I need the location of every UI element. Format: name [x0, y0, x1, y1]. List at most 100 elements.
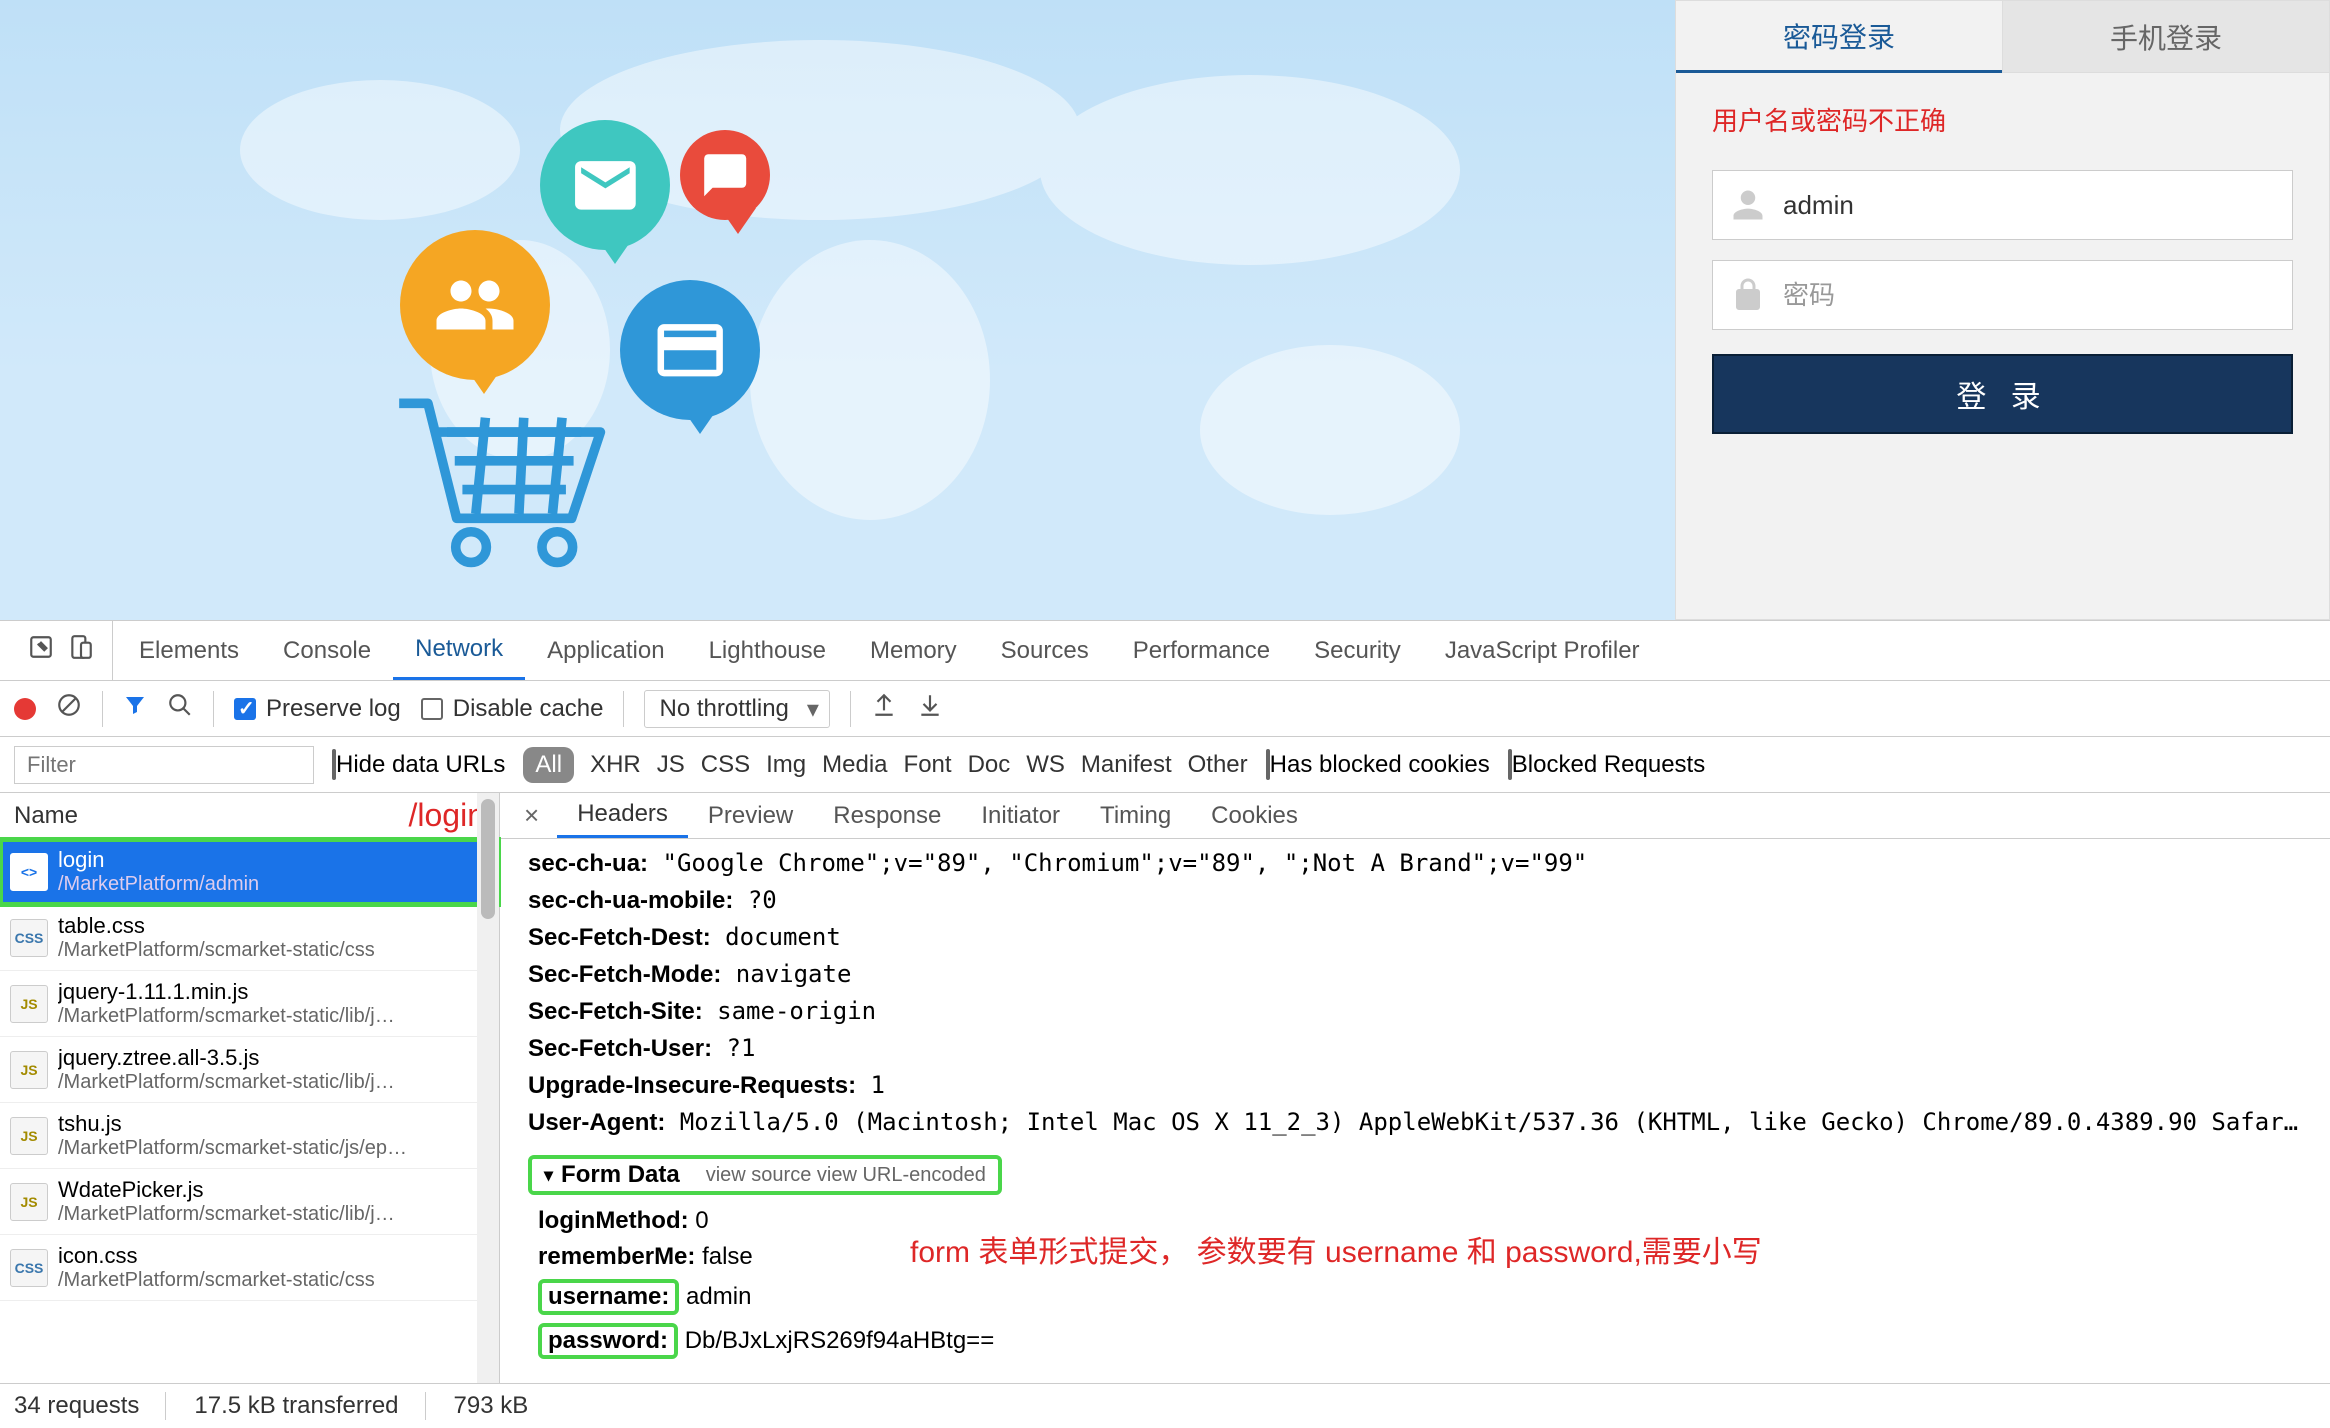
form-data-row: password: Db/BJxLxjRS269f94aHBtg== — [528, 1319, 2302, 1363]
view-source-link[interactable]: view source view URL-encoded — [706, 1164, 986, 1187]
disable-cache-checkbox[interactable]: Disable cache — [421, 695, 604, 723]
header-line: Sec-Fetch-Mode: navigate — [528, 956, 2302, 993]
annotation-form: form 表单形式提交， 参数要有 username 和 password,需要… — [910, 1227, 1762, 1271]
detail-tab-preview[interactable]: Preview — [688, 793, 813, 838]
request-row[interactable]: CSS icon.css /MarketPlatform/scmarket-st… — [0, 1235, 499, 1301]
search-icon[interactable] — [167, 692, 193, 725]
tab-phone-login[interactable]: 手机登录 — [2002, 1, 2329, 73]
devtools-tab-elements[interactable]: Elements — [117, 621, 261, 680]
record-button[interactable] — [14, 698, 36, 720]
lock-icon — [1713, 261, 1783, 329]
name-column-header[interactable]: Name — [14, 802, 78, 830]
clear-button[interactable] — [56, 692, 82, 725]
request-row[interactable]: JS jquery-1.11.1.min.js /MarketPlatform/… — [0, 971, 499, 1037]
inspect-icons — [10, 621, 113, 680]
request-path: /MarketPlatform/scmarket-static/lib/j… — [58, 1203, 395, 1226]
request-row[interactable]: <> login /MarketPlatform/admin — [0, 839, 499, 905]
detail-tab-headers[interactable]: Headers — [557, 793, 688, 838]
inspect-icon[interactable] — [28, 634, 54, 667]
filter-type-img[interactable]: Img — [766, 751, 806, 779]
device-toggle-icon[interactable] — [68, 634, 94, 667]
login-tabs: 密码登录 手机登录 — [1676, 1, 2329, 73]
devtools-tab-performance[interactable]: Performance — [1111, 621, 1292, 680]
filter-type-xhr[interactable]: XHR — [590, 751, 641, 779]
filter-type-other[interactable]: Other — [1188, 751, 1248, 779]
request-path: /MarketPlatform/admin — [58, 873, 259, 896]
detail-tab-initiator[interactable]: Initiator — [961, 793, 1080, 838]
user-icon — [1713, 171, 1783, 239]
devtools-tab-lighthouse[interactable]: Lighthouse — [687, 621, 848, 680]
filter-type-css[interactable]: CSS — [701, 751, 750, 779]
detail-tabs: × HeadersPreviewResponseInitiatorTimingC… — [500, 793, 2330, 839]
request-path: /MarketPlatform/scmarket-static/css — [58, 1269, 375, 1292]
filter-type-media[interactable]: Media — [822, 751, 887, 779]
file-type-icon: <> — [10, 853, 48, 891]
filter-type-manifest[interactable]: Manifest — [1081, 751, 1172, 779]
scrollbar[interactable] — [477, 793, 499, 1383]
devtools: ElementsConsoleNetworkApplicationLightho… — [0, 620, 2330, 1428]
preserve-log-checkbox[interactable]: Preserve log — [234, 695, 401, 723]
detail-tab-response[interactable]: Response — [813, 793, 961, 838]
status-bar: 34 requests 17.5 kB transferred 793 kB — [0, 1384, 2330, 1428]
username-input[interactable] — [1783, 171, 2292, 239]
filter-type-ws[interactable]: WS — [1026, 751, 1065, 779]
request-path: /MarketPlatform/scmarket-static/lib/j… — [58, 1005, 395, 1028]
status-requests: 34 requests — [14, 1392, 166, 1420]
download-icon[interactable] — [917, 692, 943, 725]
chat-icon — [680, 130, 770, 220]
request-row[interactable]: JS tshu.js /MarketPlatform/scmarket-stat… — [0, 1103, 499, 1169]
hero-illustration — [0, 0, 1675, 620]
people-icon — [400, 230, 550, 380]
filter-icon[interactable] — [123, 693, 147, 724]
password-input[interactable] — [1783, 261, 2292, 329]
file-type-icon: CSS — [10, 919, 48, 957]
request-list-header: Name /login — [0, 793, 499, 839]
devtools-tab-memory[interactable]: Memory — [848, 621, 979, 680]
request-row[interactable]: JS jquery.ztree.all-3.5.js /MarketPlatfo… — [0, 1037, 499, 1103]
devtools-tab-network[interactable]: Network — [393, 621, 525, 680]
network-body: Name /login <> login /MarketPlatform/adm… — [0, 793, 2330, 1384]
request-name: icon.css — [58, 1243, 375, 1269]
request-row[interactable]: JS WdatePicker.js /MarketPlatform/scmark… — [0, 1169, 499, 1235]
detail-tab-cookies[interactable]: Cookies — [1191, 793, 1318, 838]
filter-type-all[interactable]: All — [523, 747, 574, 783]
request-name: jquery.ztree.all-3.5.js — [58, 1045, 395, 1071]
devtools-tab-sources[interactable]: Sources — [979, 621, 1111, 680]
tab-password-login[interactable]: 密码登录 — [1676, 1, 2002, 73]
mail-icon — [540, 120, 670, 250]
login-button[interactable]: 登 录 — [1712, 354, 2293, 434]
filter-type-doc[interactable]: Doc — [968, 751, 1011, 779]
app-area: 密码登录 手机登录 用户名或密码不正确 登 录 — [0, 0, 2330, 620]
form-data-section[interactable]: Form Data view source view URL-encoded — [528, 1155, 1002, 1195]
hide-data-urls-checkbox[interactable]: Hide data URLs — [332, 751, 505, 779]
headers-content: sec-ch-ua: "Google Chrome";v="89", "Chro… — [500, 839, 2330, 1383]
filter-type-font[interactable]: Font — [904, 751, 952, 779]
filter-type-js[interactable]: JS — [657, 751, 685, 779]
filter-input[interactable] — [14, 746, 314, 784]
password-row — [1712, 260, 2293, 330]
devtools-tabs: ElementsConsoleNetworkApplicationLightho… — [0, 621, 2330, 681]
devtools-tab-application[interactable]: Application — [525, 621, 686, 680]
request-path: /MarketPlatform/scmarket-static/js/ep… — [58, 1137, 407, 1160]
devtools-tab-console[interactable]: Console — [261, 621, 393, 680]
devtools-tab-security[interactable]: Security — [1292, 621, 1423, 680]
file-type-icon: CSS — [10, 1249, 48, 1287]
header-line: sec-ch-ua: "Google Chrome";v="89", "Chro… — [528, 845, 2302, 882]
request-name: login — [58, 847, 259, 873]
request-path: /MarketPlatform/scmarket-static/css — [58, 939, 375, 962]
network-toolbar: Preserve log Disable cache No throttling — [0, 681, 2330, 737]
header-line: sec-ch-ua-mobile: ?0 — [528, 882, 2302, 919]
status-transferred: 17.5 kB transferred — [194, 1392, 425, 1420]
file-type-icon: JS — [10, 1051, 48, 1089]
upload-icon[interactable] — [871, 692, 897, 725]
request-name: table.css — [58, 913, 375, 939]
throttling-dropdown[interactable]: No throttling — [644, 690, 829, 728]
file-type-icon: JS — [10, 1117, 48, 1155]
detail-tab-timing[interactable]: Timing — [1080, 793, 1191, 838]
has-blocked-cookies-checkbox[interactable]: Has blocked cookies — [1266, 751, 1490, 779]
devtools-tab-javascript-profiler[interactable]: JavaScript Profiler — [1423, 621, 1662, 680]
close-icon[interactable]: × — [514, 800, 549, 831]
file-type-icon: JS — [10, 985, 48, 1023]
request-row[interactable]: CSS table.css /MarketPlatform/scmarket-s… — [0, 905, 499, 971]
blocked-requests-checkbox[interactable]: Blocked Requests — [1508, 751, 1705, 779]
